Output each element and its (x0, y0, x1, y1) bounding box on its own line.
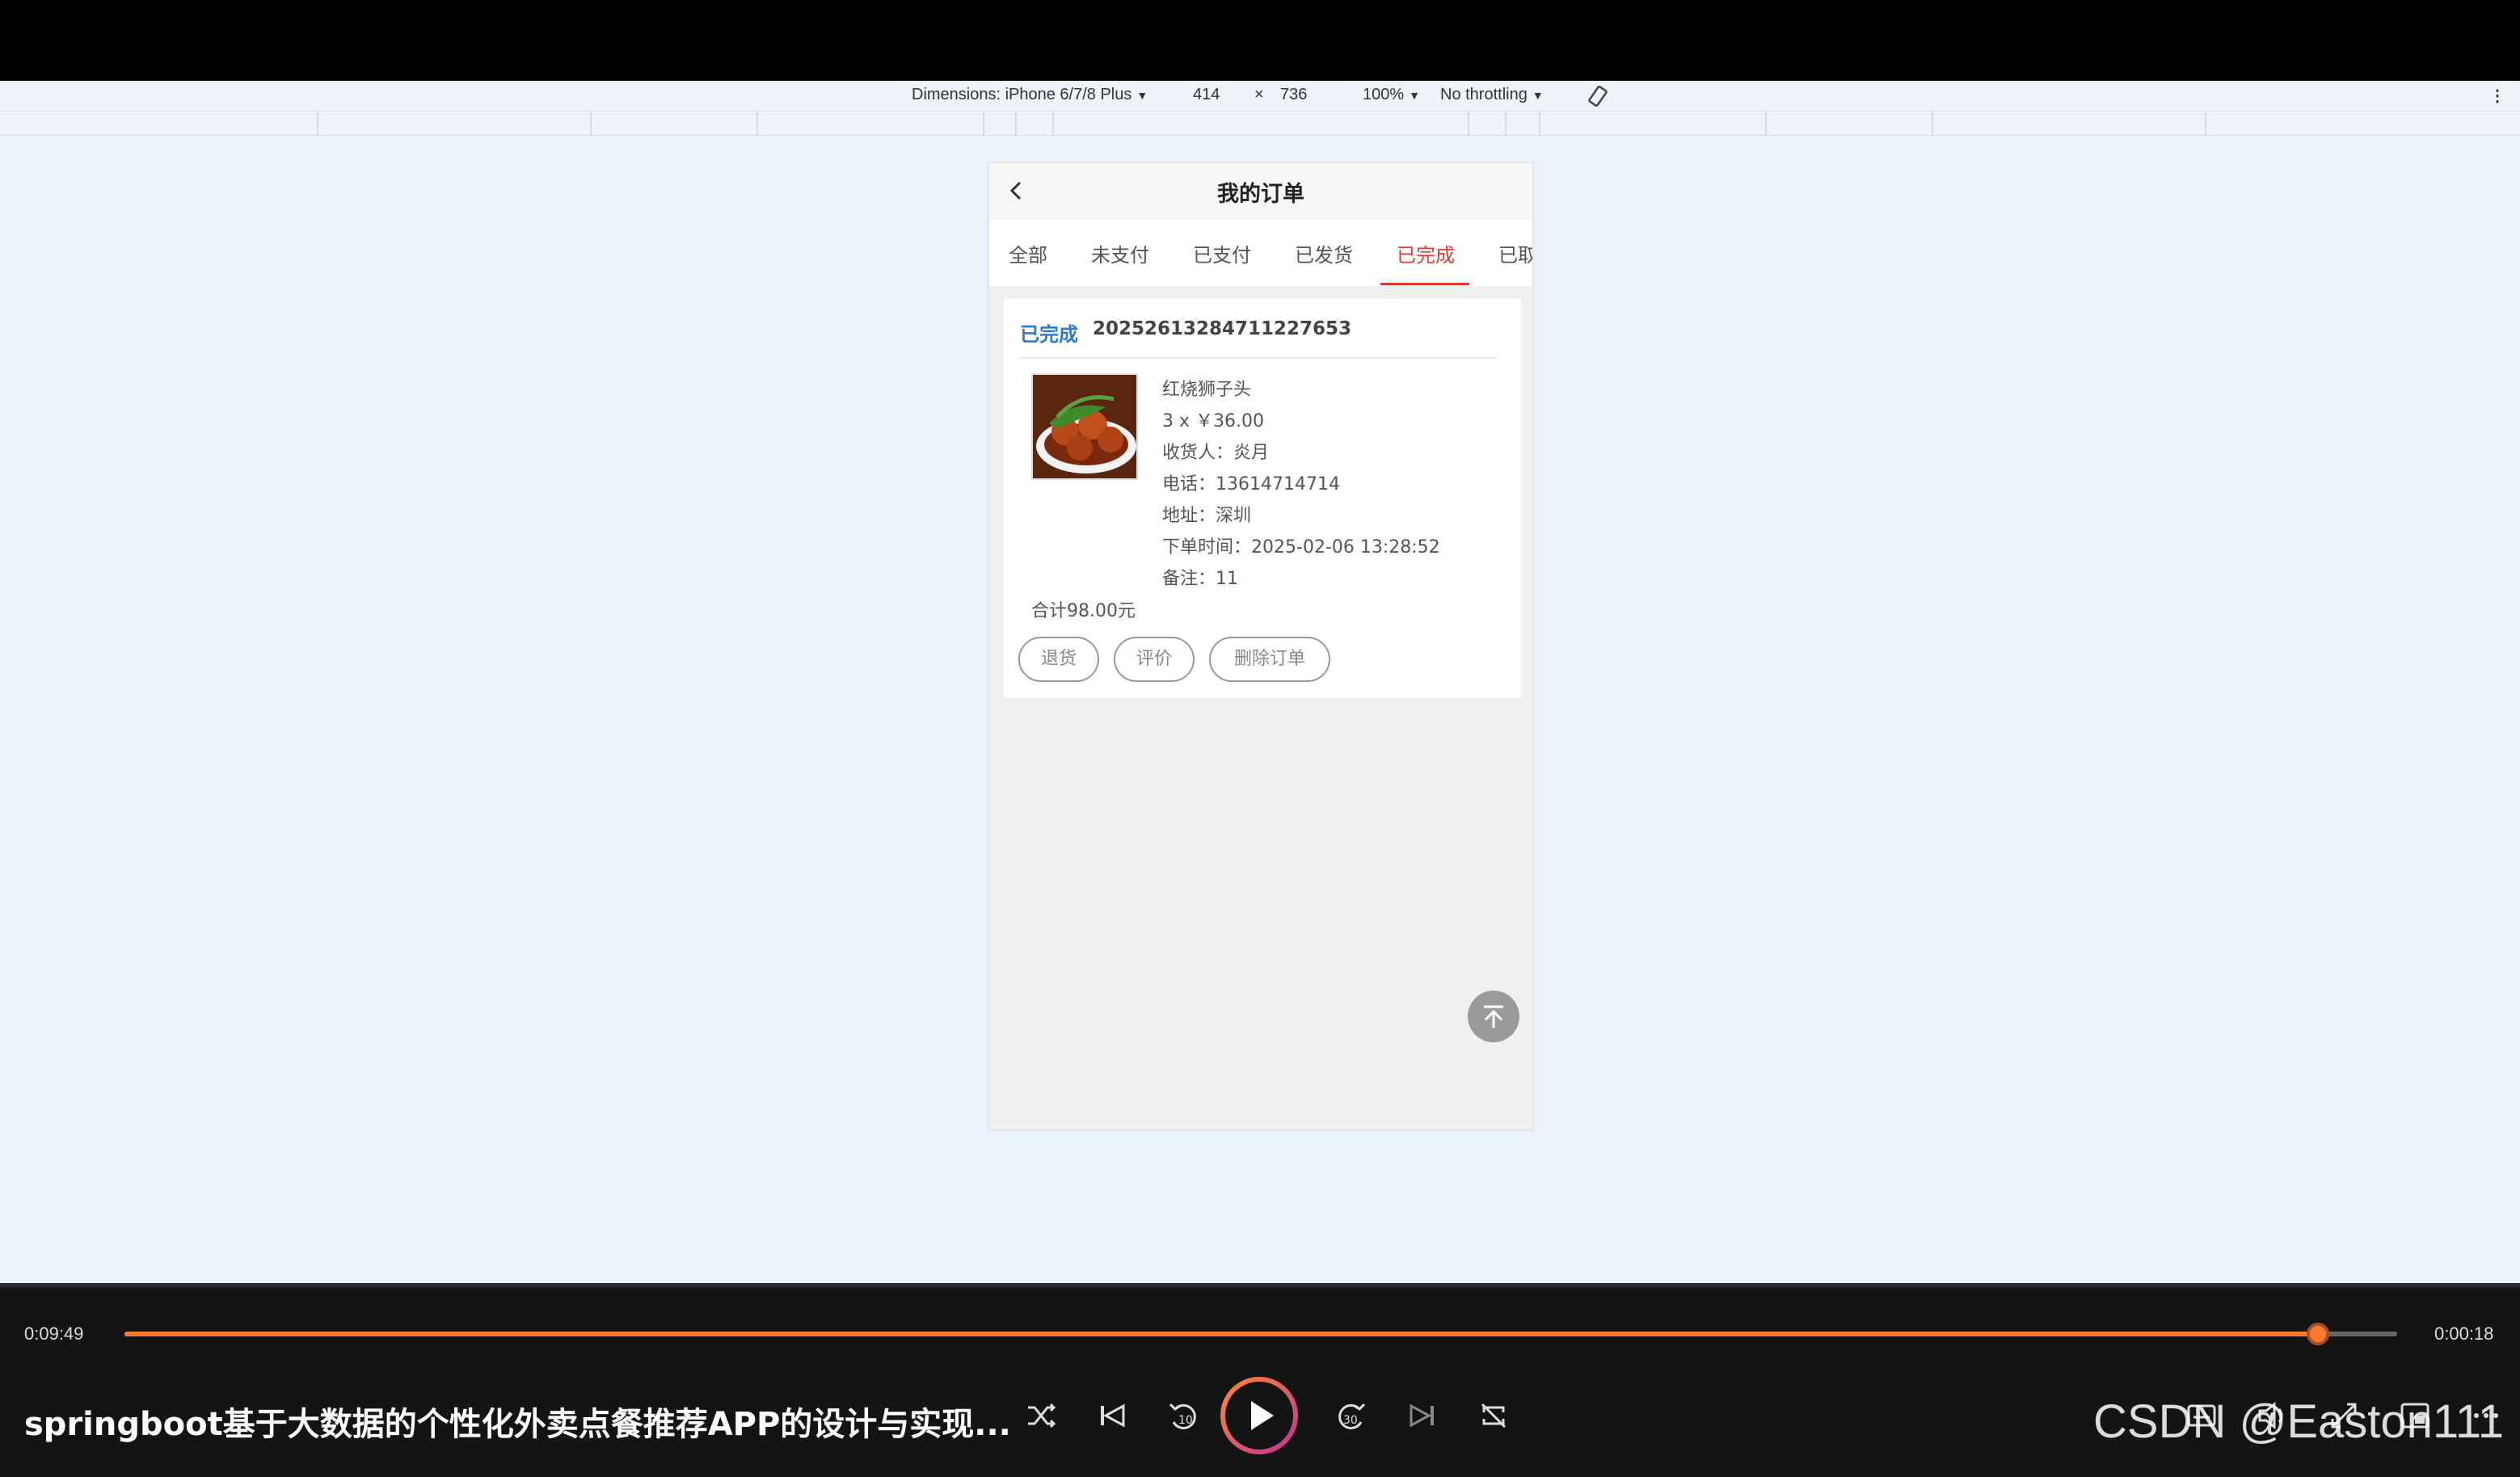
note-label: 备注： (1162, 569, 1216, 589)
note-row: 备注：11 (1162, 564, 1238, 590)
play-button[interactable] (1220, 1377, 1298, 1454)
tab-completed[interactable]: 已完成 (1397, 239, 1455, 267)
throttling-dropdown[interactable]: No throttling ▼ (1440, 86, 1544, 104)
order-time-value: 2025-02-06 13:28:52 (1251, 537, 1440, 558)
active-tab-indicator (1380, 283, 1469, 285)
order-status-badge: 已完成 (1020, 323, 1078, 346)
caret-down-icon: ▼ (1409, 89, 1421, 102)
ruler-segment (983, 112, 984, 136)
rewind-10-icon[interactable]: 10 (1162, 1395, 1204, 1437)
order-time-label: 下单时间： (1162, 537, 1252, 558)
rotate-icon[interactable] (1586, 84, 1610, 108)
video-title: springboot基于大数据的个性化外卖点餐推荐APP的设计与实现... (24, 1406, 1011, 1443)
throttling-value: No throttling (1440, 86, 1528, 103)
divider (1020, 357, 1497, 359)
device-toolbar: Dimensions: iPhone 6/7/8 Plus ▼ 414 × 736… (0, 81, 2520, 112)
zoom-value: 100% (1363, 86, 1405, 103)
phone-row: 电话：13614714714 (1162, 469, 1340, 495)
repeat-off-icon[interactable] (1473, 1395, 1515, 1437)
zoom-dropdown[interactable]: 100% ▼ (1363, 86, 1420, 104)
shuffle-icon[interactable] (1020, 1395, 1062, 1437)
ruler-segment (756, 112, 758, 136)
quantity-price: 3 x ￥36.00 (1162, 411, 1264, 431)
receiver-value: 炎月 (1233, 443, 1270, 463)
remaining-time: 0:00:18 (2434, 1323, 2494, 1344)
order-card: 已完成 20252613284711227653 红烧狮子头 3 x ￥36.0… (1004, 299, 1521, 698)
ruler-segment (2205, 112, 2206, 136)
next-track-icon[interactable] (1401, 1395, 1443, 1437)
video-player-controls: 0:09:49 0:00:18 springboot基于大数据的个性化外卖点餐推… (0, 1283, 2520, 1477)
seek-bar[interactable] (124, 1323, 2397, 1345)
item-name: 红烧狮子头 (1162, 380, 1252, 400)
order-time-row: 下单时间：2025-02-06 13:28:52 (1162, 532, 1440, 558)
tab-shipped[interactable]: 已发货 (1295, 239, 1353, 267)
phone-label: 电话： (1162, 474, 1216, 494)
buffer-strip (0, 1283, 2520, 1288)
ruler-segment (317, 112, 318, 136)
ruler-segment (1505, 112, 1507, 136)
ruler-segment (1539, 112, 1540, 136)
food-image[interactable] (1031, 373, 1138, 480)
play-icon (1251, 1401, 1274, 1430)
ruler-segment (1765, 112, 1767, 136)
tab-paid[interactable]: 已支付 (1193, 239, 1251, 267)
seek-bar-progress (124, 1332, 2318, 1336)
address-label: 地址： (1162, 506, 1216, 526)
seek-handle[interactable] (2306, 1323, 2329, 1345)
receiver-row: 收货人：炎月 (1162, 438, 1269, 464)
food-photo-illustration (1033, 375, 1136, 478)
ruler-segment (1932, 112, 1933, 136)
page-title: 我的订单 (1217, 182, 1304, 207)
watermark: CSDN @Easton111 (2093, 1395, 2505, 1448)
width-input[interactable]: 414 (1193, 86, 1220, 104)
order-number: 20252613284711227653 (1093, 318, 1352, 339)
delete-order-button[interactable]: 删除订单 (1209, 637, 1330, 682)
note-value: 11 (1216, 569, 1239, 589)
height-input[interactable]: 736 (1280, 86, 1307, 104)
tab-unpaid[interactable]: 未支付 (1091, 239, 1149, 267)
ruler-segment (590, 112, 592, 136)
svg-text:10: 10 (1178, 1414, 1193, 1427)
caret-down-icon: ▼ (1136, 89, 1148, 102)
order-total: 合计98.00元 (1031, 601, 1136, 621)
more-options-icon[interactable]: ⋮ (2489, 86, 2505, 106)
ruler-segment (1015, 112, 1017, 136)
media-query-ruler (0, 112, 2520, 136)
address-value: 深圳 (1216, 506, 1252, 526)
svg-text:30: 30 (1343, 1414, 1358, 1427)
top-black-bar (0, 0, 2520, 81)
back-to-top-button[interactable] (1468, 991, 1519, 1042)
device-viewport: 我的订单 全部 未支付 已支付 已发货 已完成 已取 已完成 202526132… (0, 136, 2520, 1412)
app-header: 我的订单 (989, 163, 1532, 220)
ruler-segment (1052, 112, 1054, 136)
phone-value: 13614714714 (1216, 474, 1340, 494)
return-button[interactable]: 退货 (1018, 637, 1099, 682)
play-button-inner (1225, 1382, 1293, 1450)
previous-track-icon[interactable] (1091, 1395, 1133, 1437)
review-button[interactable]: 评价 (1114, 637, 1195, 682)
current-time: 0:09:49 (24, 1323, 84, 1344)
tab-cancelled[interactable]: 已取 (1498, 239, 1532, 267)
ruler-segment (1468, 112, 1469, 136)
device-name: Dimensions: iPhone 6/7/8 Plus (912, 86, 1132, 103)
arrow-up-icon (1484, 1005, 1503, 1028)
forward-30-icon[interactable]: 30 (1330, 1395, 1372, 1437)
order-status-tabs: 全部 未支付 已支付 已发货 已完成 已取 (989, 220, 1532, 286)
caret-down-icon: ▼ (1532, 89, 1544, 102)
times-sign: × (1254, 86, 1264, 103)
receiver-label: 收货人： (1162, 443, 1234, 463)
address-row: 地址：深圳 (1162, 501, 1251, 527)
tab-all[interactable]: 全部 (1009, 239, 1047, 267)
phone-screen: 我的订单 全部 未支付 已支付 已发货 已完成 已取 已完成 202526132… (988, 162, 1534, 1131)
device-dimensions-dropdown[interactable]: Dimensions: iPhone 6/7/8 Plus ▼ (912, 86, 1148, 104)
